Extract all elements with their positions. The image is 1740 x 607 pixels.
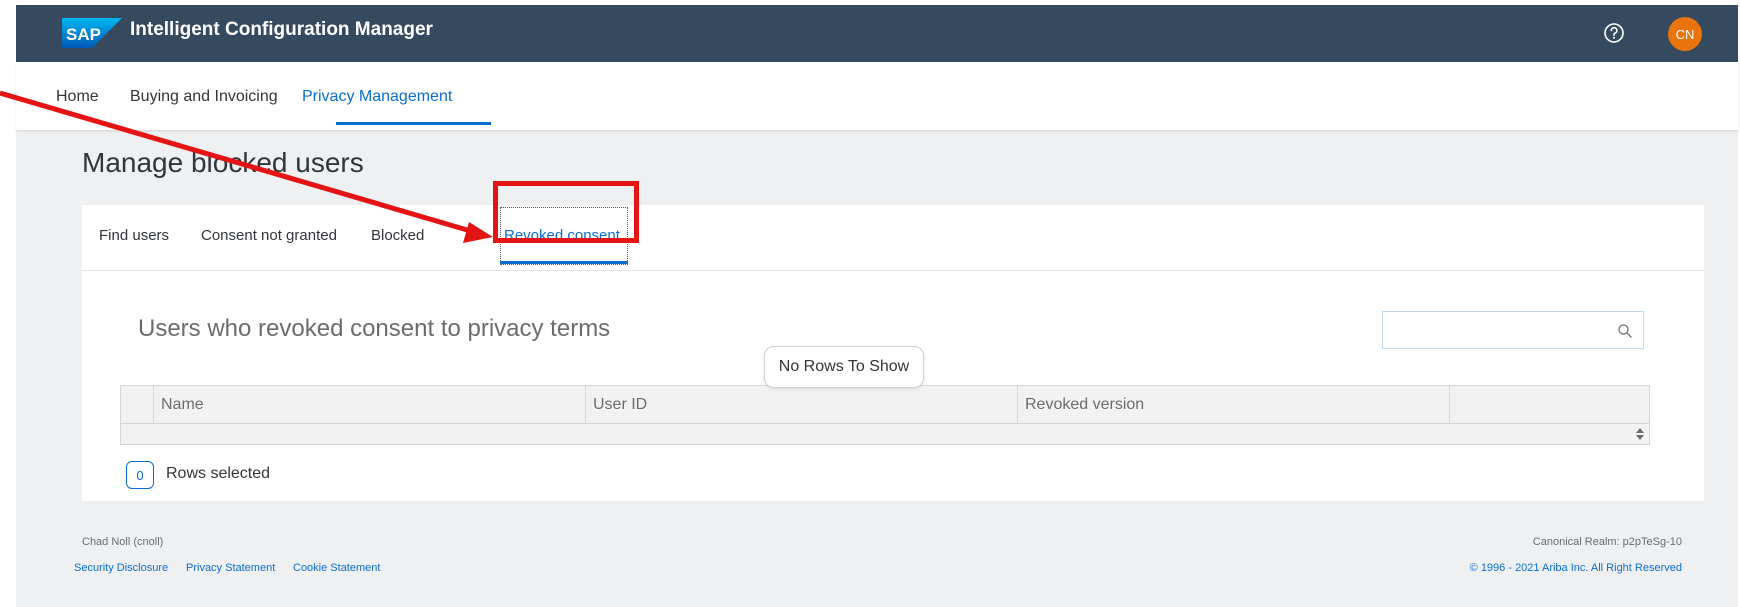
column-header-revoked-version[interactable]: Revoked version — [1025, 396, 1144, 414]
nav-privacy-management[interactable]: Privacy Management — [302, 88, 452, 106]
selected-rows-count: 0 — [126, 461, 154, 489]
column-header-user-id[interactable]: User ID — [593, 396, 647, 414]
shell-bar: SAP Intelligent Configuration Manager CN — [16, 5, 1738, 62]
table-header: Name User ID Revoked version — [121, 386, 1649, 424]
help-icon[interactable] — [1602, 21, 1626, 45]
column-separator — [153, 386, 154, 424]
page-title: Manage blocked users — [82, 147, 364, 178]
tab-consent-not-granted[interactable]: Consent not granted — [201, 227, 337, 244]
app-title: Intelligent Configuration Manager — [130, 19, 433, 40]
user-avatar[interactable]: CN — [1668, 17, 1702, 51]
selected-rows-label: Rows selected — [166, 465, 271, 482]
column-separator — [1449, 386, 1450, 424]
tab-blocked[interactable]: Blocked — [371, 227, 424, 244]
nav-buying-and-invoicing[interactable]: Buying and Invoicing — [130, 88, 278, 106]
scroll-arrows-icon[interactable] — [1635, 426, 1645, 442]
tab-bar: Find users Consent not granted Blocked R… — [82, 205, 1704, 271]
users-table: Name User ID Revoked version — [120, 385, 1650, 445]
footer-realm: Canonical Realm: p2pTeSg-10 — [1532, 536, 1682, 548]
column-header-name[interactable]: Name — [161, 396, 204, 414]
nav-active-indicator — [336, 122, 491, 125]
search-field[interactable] — [1382, 311, 1644, 349]
tab-active-indicator — [500, 261, 628, 264]
sap-logo-text: SAP — [66, 25, 101, 44]
section-title: Users who revoked consent to privacy ter… — [138, 315, 611, 342]
footer-link-privacy-statement[interactable]: Privacy Statement — [186, 562, 275, 574]
tab-find-users[interactable]: Find users — [99, 227, 169, 244]
footer-link-cookie-statement[interactable]: Cookie Statement — [293, 562, 380, 574]
footer-link-security-disclosure[interactable]: Security Disclosure — [74, 562, 168, 574]
sap-logo[interactable]: SAP — [62, 18, 122, 48]
column-separator — [585, 386, 586, 424]
footer-user: Chad Noll (cnoll) — [82, 536, 164, 548]
footer-copyright: © 1996 - 2021 Ariba Inc. All Right Reser… — [1469, 562, 1682, 574]
no-rows-overlay: No Rows To Show — [764, 346, 924, 388]
search-icon[interactable] — [1617, 323, 1633, 339]
annotation-highlight-box — [493, 181, 639, 243]
nav-home[interactable]: Home — [56, 88, 99, 106]
table-body — [121, 424, 1649, 444]
top-navigation: Home Buying and Invoicing Privacy Manage… — [16, 62, 1738, 130]
app-frame: SAP Intelligent Configuration Manager CN… — [16, 5, 1738, 607]
search-input[interactable] — [1383, 312, 1613, 348]
column-separator — [1017, 386, 1018, 424]
